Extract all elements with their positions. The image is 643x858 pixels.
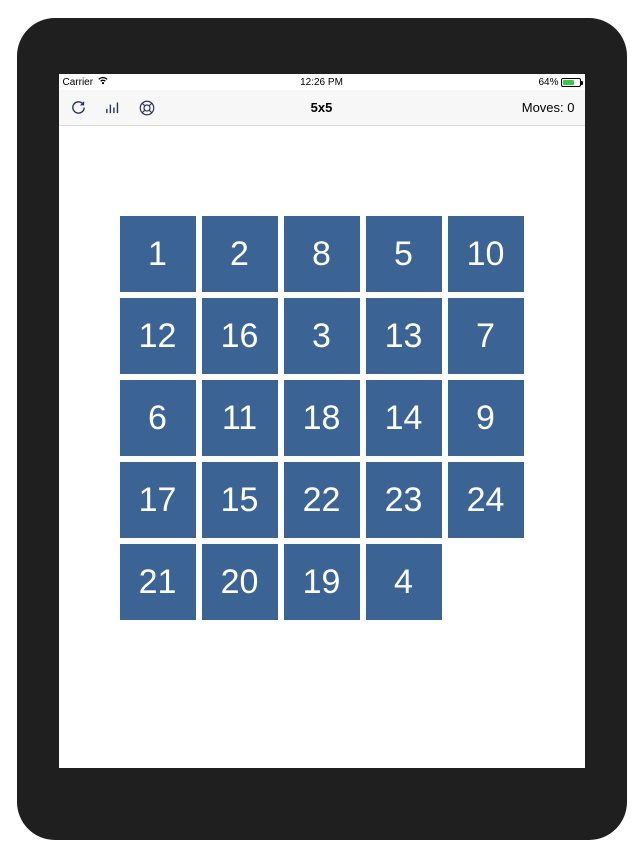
tile-1[interactable]: 1 (120, 216, 196, 292)
tile-9[interactable]: 9 (448, 380, 524, 456)
tile-14[interactable]: 14 (366, 380, 442, 456)
tile-22[interactable]: 22 (284, 462, 360, 538)
refresh-button[interactable] (69, 98, 89, 118)
tile-2[interactable]: 2 (202, 216, 278, 292)
tile-15[interactable]: 15 (202, 462, 278, 538)
screen: Carrier 12:26 PM 64% (59, 74, 585, 768)
empty-slot (448, 544, 524, 620)
battery-fill (563, 80, 575, 85)
status-bar: Carrier 12:26 PM 64% (59, 74, 585, 90)
tile-23[interactable]: 23 (366, 462, 442, 538)
tile-10[interactable]: 10 (448, 216, 524, 292)
stats-button[interactable] (103, 98, 123, 118)
tile-4[interactable]: 4 (366, 544, 442, 620)
bar-chart-icon (104, 99, 121, 116)
tile-21[interactable]: 21 (120, 544, 196, 620)
tile-17[interactable]: 17 (120, 462, 196, 538)
nav-bar: 5x5 Moves: 0 (59, 90, 585, 126)
refresh-icon (70, 99, 87, 116)
tile-12[interactable]: 12 (120, 298, 196, 374)
lifebuoy-icon (138, 99, 156, 117)
tile-7[interactable]: 7 (448, 298, 524, 374)
tile-11[interactable]: 11 (202, 380, 278, 456)
battery-percent: 64% (538, 77, 558, 88)
tile-8[interactable]: 8 (284, 216, 360, 292)
tile-3[interactable]: 3 (284, 298, 360, 374)
tile-16[interactable]: 16 (202, 298, 278, 374)
tile-19[interactable]: 19 (284, 544, 360, 620)
tile-20[interactable]: 20 (202, 544, 278, 620)
battery-icon (561, 78, 581, 87)
tile-5[interactable]: 5 (366, 216, 442, 292)
tile-6[interactable]: 6 (120, 380, 196, 456)
tablet-frame: Carrier 12:26 PM 64% (17, 18, 627, 840)
wifi-icon (97, 76, 109, 88)
carrier-label: Carrier (63, 77, 94, 88)
moves-counter: Moves: 0 (522, 100, 575, 115)
tile-24[interactable]: 24 (448, 462, 524, 538)
tile-13[interactable]: 13 (366, 298, 442, 374)
page-title: 5x5 (311, 100, 333, 115)
puzzle-grid: 128510121631376111814917152223242120194 (120, 216, 524, 620)
tile-18[interactable]: 18 (284, 380, 360, 456)
game-area: 128510121631376111814917152223242120194 (59, 126, 585, 768)
clock: 12:26 PM (300, 77, 343, 88)
help-button[interactable] (137, 98, 157, 118)
